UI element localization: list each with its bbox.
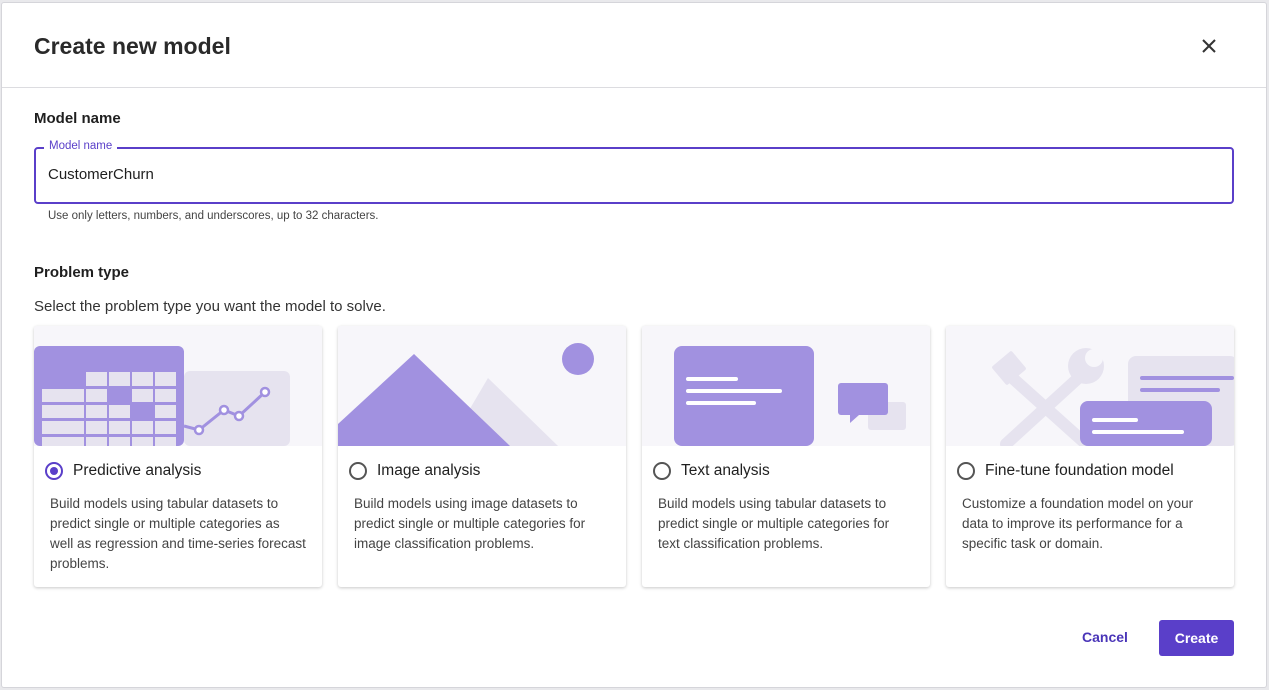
dialog-header: Create new model (2, 3, 1266, 88)
model-name-helper-text: Use only letters, numbers, and underscor… (48, 210, 379, 222)
problem-type-options: Predictive analysis Build models using t… (34, 326, 1234, 587)
option-title: Image analysis (377, 462, 481, 479)
image-analysis-radio-row[interactable]: Image analysis (349, 462, 480, 480)
dialog-title: Create new model (34, 33, 231, 59)
image-analysis-radio[interactable] (349, 462, 367, 480)
option-description: Build models using tabular datasets to p… (658, 496, 890, 551)
option-card-fine-tune-foundation-model[interactable]: Fine-tune foundation model Customize a f… (946, 326, 1234, 587)
close-icon (1202, 39, 1216, 53)
option-title: Text analysis (681, 462, 770, 479)
create-button[interactable]: Create (1159, 620, 1234, 656)
option-description: Build models using tabular datasets to p… (50, 496, 306, 571)
problem-type-section-label: Problem type (34, 264, 130, 281)
cancel-button[interactable]: Cancel (1070, 620, 1140, 654)
option-card-text-analysis[interactable]: Text analysis Build models using tabular… (642, 326, 930, 587)
close-button[interactable] (1198, 35, 1220, 57)
fine-tune-foundation-model-radio[interactable] (957, 462, 975, 480)
model-name-section-label: Model name (34, 110, 121, 127)
model-name-field-label: Model name (44, 140, 118, 152)
problem-type-subtext: Select the problem type you want the mod… (34, 298, 386, 315)
text-analysis-radio[interactable] (653, 462, 671, 480)
model-name-input[interactable] (48, 166, 1148, 183)
option-description: Customize a foundation model on your dat… (962, 496, 1194, 551)
predictive-analysis-radio-row[interactable]: Predictive analysis (45, 462, 201, 480)
option-card-predictive-analysis[interactable]: Predictive analysis Build models using t… (34, 326, 322, 587)
text-analysis-radio-row[interactable]: Text analysis (653, 462, 770, 480)
option-title: Predictive analysis (73, 462, 202, 479)
create-model-dialog: Create new model Model name Model name U… (2, 3, 1266, 687)
predictive-analysis-radio[interactable] (45, 462, 63, 480)
model-name-field[interactable]: Model name (34, 140, 1234, 204)
tools-illustration (946, 326, 1234, 446)
text-document-illustration (642, 326, 930, 446)
fine-tune-foundation-model-radio-row[interactable]: Fine-tune foundation model (957, 462, 1174, 480)
image-mountains-illustration (338, 326, 626, 446)
table-chart-illustration (34, 326, 322, 446)
option-title: Fine-tune foundation model (985, 462, 1174, 479)
option-description: Build models using image datasets to pre… (354, 496, 586, 551)
option-card-image-analysis[interactable]: Image analysis Build models using image … (338, 326, 626, 587)
